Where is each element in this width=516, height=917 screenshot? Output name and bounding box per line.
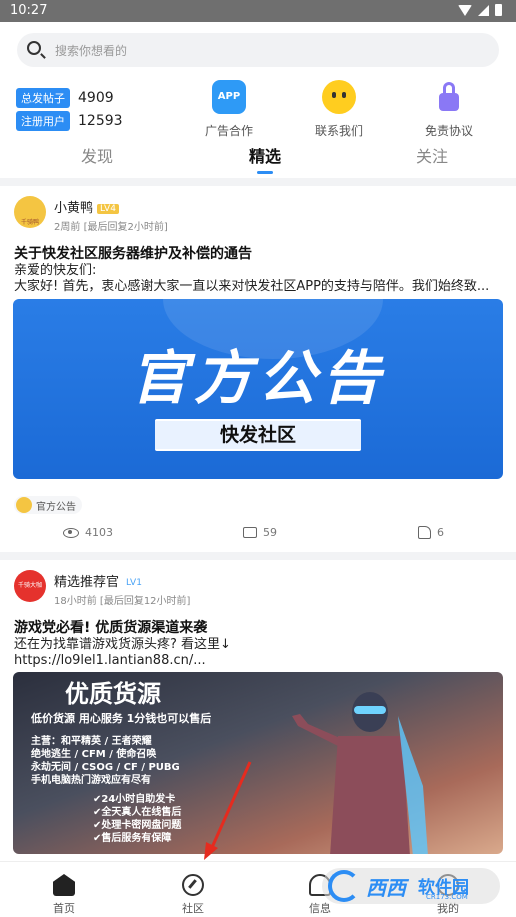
tab-discover[interactable]: 发现 [57, 143, 137, 167]
feed-tabs: 发现 精选 关注 [0, 143, 516, 174]
comments-value: 59 [263, 526, 277, 539]
post-time: 18小时前 [54, 596, 97, 607]
red-arrow-annotation [204, 761, 252, 860]
comment-button[interactable]: 59 [243, 526, 277, 539]
nav-community[interactable]: 社区 [163, 874, 223, 916]
banner-feature: ✔售后服务有保障 [93, 833, 172, 844]
post-meta: 18小时前 [最后回复12小时前] [54, 592, 190, 607]
views-count: 4103 [63, 526, 113, 539]
tag-icon [16, 497, 32, 513]
robot-icon [322, 80, 356, 114]
post-body-line: 亲爱的快友们: [14, 263, 97, 278]
quick-link-contact[interactable]: 联系我们 [294, 80, 384, 139]
app-icon: APP [212, 80, 246, 114]
nav-home[interactable]: 首页 [34, 874, 94, 916]
tag-label: 官方公告 [36, 501, 76, 513]
topic-tag[interactable]: 官方公告 [14, 496, 82, 514]
tab-featured[interactable]: 精选 [225, 143, 305, 174]
banner-headline: 优质货源 [65, 680, 161, 708]
banner-game-line: 手机电脑热门游戏应有尽有 [31, 775, 151, 786]
status-time: 10:27 [10, 3, 48, 18]
quick-link-label: 联系我们 [314, 124, 363, 138]
banner-headline: 官方公告 [129, 344, 386, 412]
comment-icon [243, 527, 257, 538]
search-placeholder: 搜索你想看的 [55, 44, 128, 58]
quick-link-disclaimer[interactable]: 免责协议 [404, 80, 494, 139]
post-title[interactable]: 游戏党必看! 优质货源渠道来袭 [14, 617, 207, 637]
nav-label: 信息 [309, 902, 331, 915]
banner-slogan: 低价货源 用心服务 1分钱也可以售后 [31, 712, 212, 725]
post-author[interactable]: 小黄鸭 LV4 [54, 197, 119, 216]
tab-label: 发现 [80, 147, 113, 166]
divider [0, 552, 516, 560]
compass-icon [182, 874, 204, 896]
lock-icon [432, 80, 466, 114]
tab-label: 关注 [415, 147, 448, 166]
quick-link-label: 免责协议 [424, 124, 473, 138]
stat-label: 注册用户 [16, 111, 70, 131]
character-illustration [292, 692, 428, 854]
divider [0, 178, 516, 186]
post-link[interactable]: https://lo9lel1.lantian88.cn/... [14, 653, 504, 669]
stat-posts: 总发帖子 4909 [16, 88, 114, 108]
watermark-logo: 西西 软件园 CR173.COM [322, 868, 500, 904]
author-name: 精选推荐官 [54, 575, 120, 590]
last-reply: [最后回复12小时前] [99, 596, 191, 607]
views-value: 4103 [85, 526, 113, 539]
post-author[interactable]: 精选推荐官 LV1 [54, 571, 145, 590]
post-body-line: 大家好! 首先，衷心感谢大家一直以来对快发社区APP的支持与陪伴。我们始终致..… [14, 279, 490, 294]
banner-subtitle-box: 快发社区 [155, 419, 361, 451]
likes-value: 6 [437, 526, 444, 539]
last-reply: [最后回复2小时前] [83, 222, 168, 233]
signal-icon [478, 4, 489, 16]
author-name: 小黄鸭 [54, 201, 94, 216]
stat-value: 4909 [78, 90, 114, 106]
thumbs-up-icon [418, 526, 431, 539]
level-badge: LV4 [97, 203, 119, 214]
wifi-icon [458, 4, 472, 16]
eye-icon [63, 527, 79, 538]
search-icon [27, 41, 41, 55]
tab-indicator [257, 171, 273, 174]
post-card[interactable]: 千骑鸭 小黄鸭 LV4 2周前 [最后回复2小时前] 关于快发社区服务器维护及补偿… [0, 186, 516, 550]
status-bar: 10:27 [0, 0, 516, 22]
avatar[interactable]: 千骑大咖 [14, 570, 46, 602]
battery-icon [495, 4, 502, 16]
nav-label: 社区 [182, 902, 204, 915]
post-meta: 2周前 [最后回复2小时前] [54, 218, 168, 233]
stat-users: 注册用户 12593 [16, 111, 123, 131]
stat-label: 总发帖子 [16, 88, 70, 108]
banner-subtitle: 快发社区 [155, 421, 361, 449]
quick-link-label: 广告合作 [204, 124, 253, 138]
post-actions: 4103 59 6 [0, 526, 516, 546]
stat-value: 12593 [78, 113, 123, 129]
like-button[interactable]: 6 [418, 526, 444, 539]
post-banner-image[interactable]: 官方公告 快发社区 [13, 299, 503, 479]
tab-label: 精选 [248, 147, 281, 166]
level-badge: LV1 [126, 577, 142, 588]
system-icons [458, 4, 502, 16]
watermark-brand: 西西 [366, 876, 406, 900]
nav-label: 首页 [53, 902, 75, 915]
post-body-line: 还在为找靠谱游戏货源头疼? 看这里↓ [14, 637, 231, 652]
post-title[interactable]: 关于快发社区服务器维护及补偿的通告 [14, 243, 252, 263]
watermark-circle-icon [328, 870, 360, 902]
quick-link-ad[interactable]: APP 广告合作 [184, 80, 274, 139]
tab-follow[interactable]: 关注 [392, 143, 472, 167]
watermark-domain: CR173.COM [426, 893, 468, 901]
search-bar[interactable]: 搜索你想看的 [17, 33, 499, 67]
home-icon [53, 874, 75, 896]
post-time: 2周前 [54, 222, 81, 233]
avatar[interactable]: 千骑鸭 [14, 196, 46, 228]
